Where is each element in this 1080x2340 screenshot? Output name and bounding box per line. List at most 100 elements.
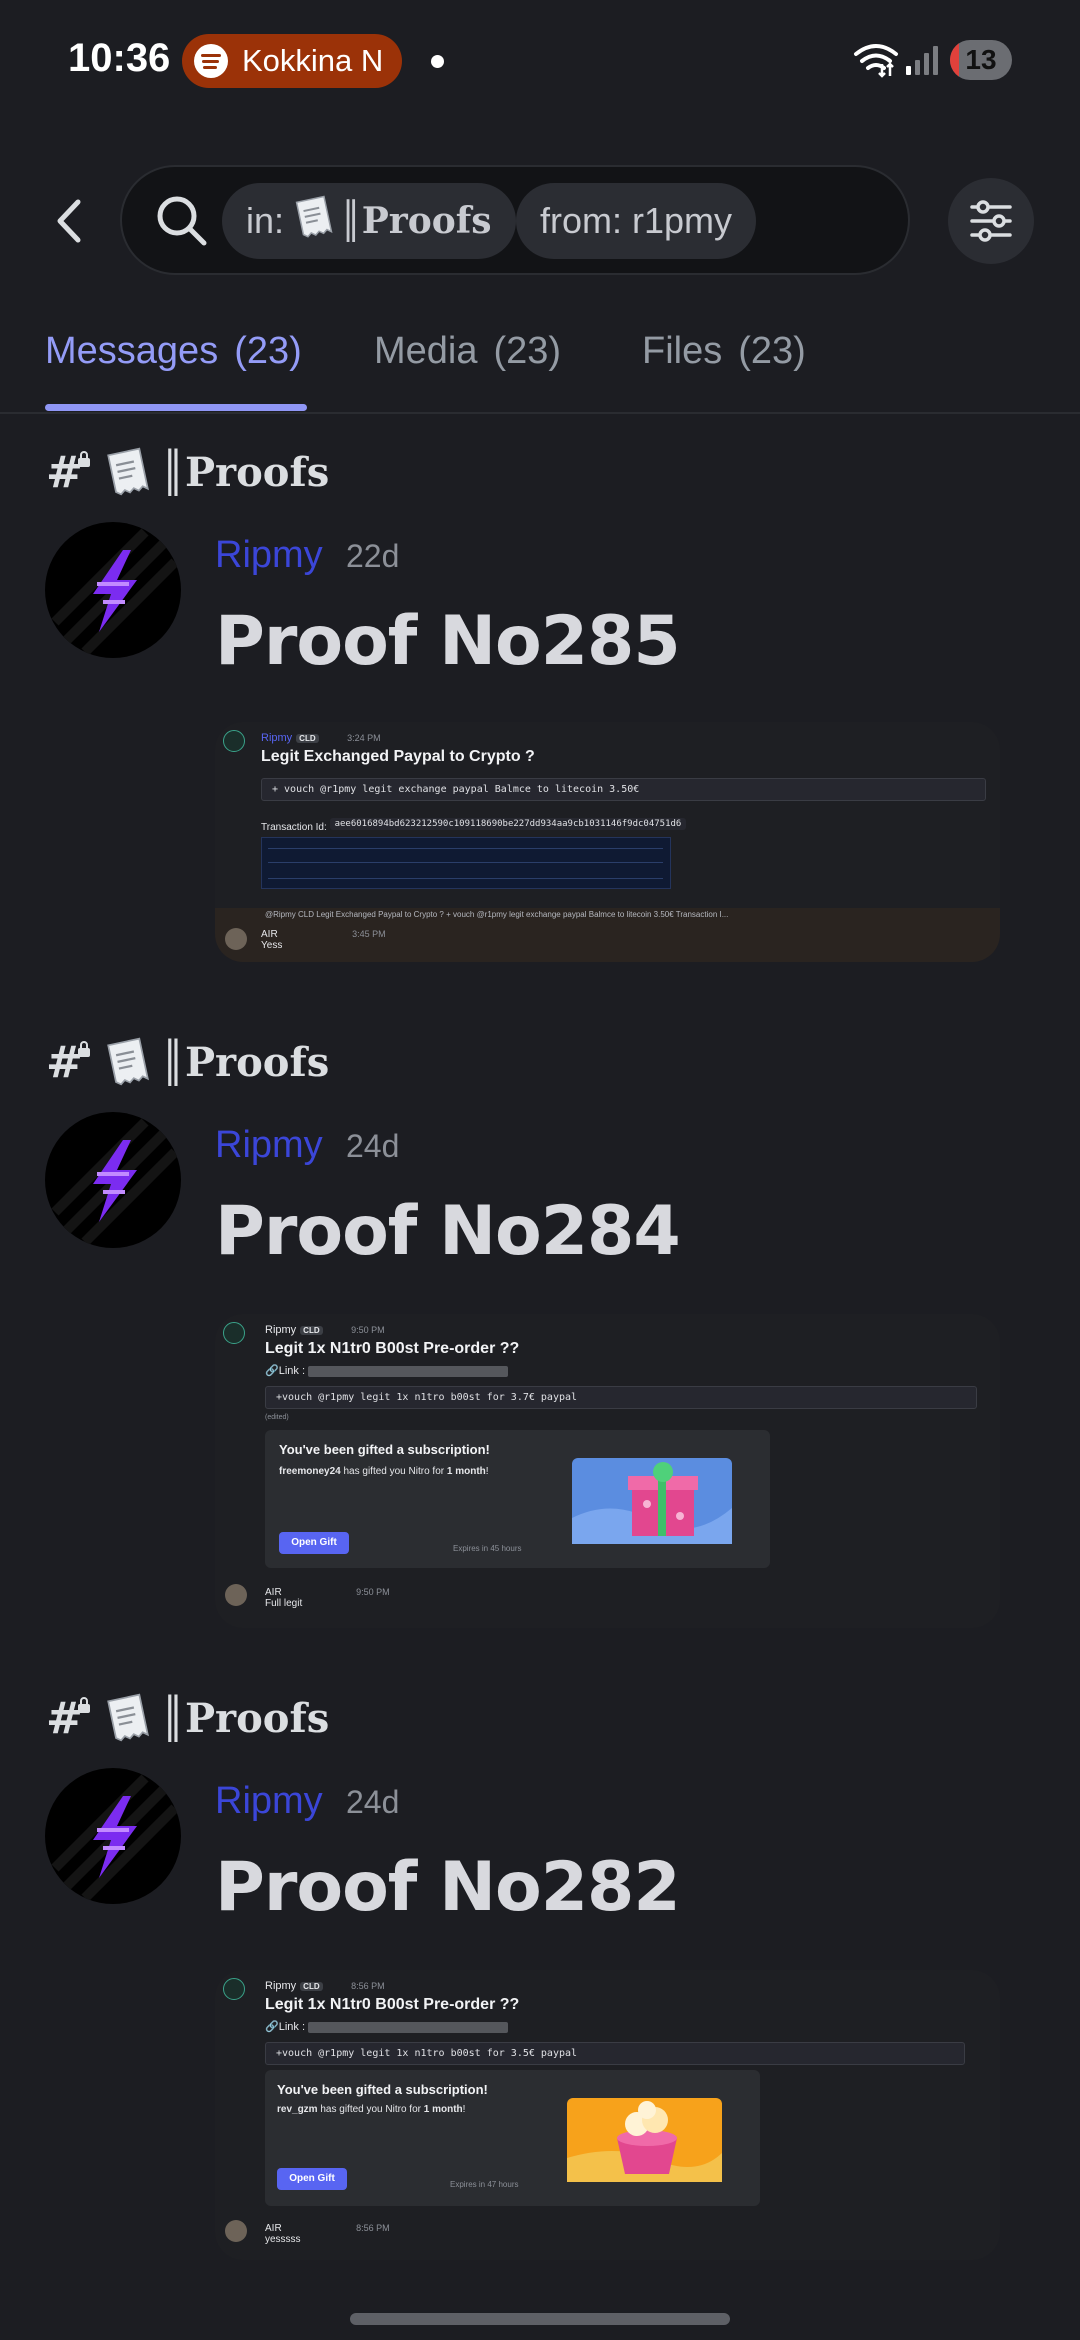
- message-age: 24d: [346, 1128, 400, 1164]
- gift-art-icon: [572, 1458, 732, 1544]
- spotify-icon: [194, 44, 228, 78]
- reply-preview: @Ripmy CLD Legit Exchanged Paypal to Cry…: [265, 910, 729, 919]
- avatar[interactable]: [45, 522, 181, 658]
- gift-text: has gifted you Nitro for: [340, 1466, 447, 1477]
- shot-time: 8:56 PM: [351, 1981, 385, 1991]
- receipt-icon: [107, 1037, 149, 1086]
- back-arrow-icon[interactable]: [50, 196, 90, 246]
- chip-in-prefix: in:: [246, 200, 285, 241]
- gift-text: has gifted you Nitro for: [317, 2104, 424, 2115]
- gift-art-icon: [567, 2098, 722, 2182]
- gift-expires: Expires in 45 hours: [453, 1544, 522, 1553]
- status-time: 10:36: [68, 36, 171, 80]
- message-age: 24d: [346, 1784, 400, 1820]
- search-bar[interactable]: in: ║ Proofs from: r1pmy: [120, 165, 910, 275]
- reply-time: 3:45 PM: [352, 929, 386, 939]
- battery-level: 13: [965, 44, 997, 75]
- shot-time: 9:50 PM: [351, 1325, 385, 1335]
- tab-media-count: (23): [493, 330, 562, 372]
- gift-sender: freemoney24: [279, 1466, 341, 1477]
- shot-heading: Legit Exchanged Paypal to Crypto ?: [261, 748, 535, 765]
- role-tag: CLD: [300, 1982, 323, 1991]
- reply-text: Yess: [261, 940, 283, 951]
- filter-chip-from-user[interactable]: from: r1pmy: [516, 183, 757, 259]
- gift-expires: Expires in 47 hours: [450, 2180, 519, 2189]
- receipt-icon: [294, 195, 334, 248]
- reply-time: 8:56 PM: [356, 2223, 390, 2233]
- avatar[interactable]: [45, 1768, 181, 1904]
- tab-messages-count: (23): [234, 330, 302, 372]
- shot-author: Ripmy: [265, 1324, 297, 1336]
- avatar: [223, 1978, 245, 2000]
- tab-files-count: (23): [738, 330, 806, 372]
- gift-end: !: [462, 2104, 466, 2115]
- tab-messages-label: Messages: [45, 330, 219, 372]
- search-icon: [157, 196, 207, 246]
- reply-author: AIR: [265, 1587, 282, 1598]
- result-channel[interactable]: # ║Proofs: [46, 442, 329, 502]
- chip-in-divider: ║: [340, 200, 362, 242]
- channel-name: ║Proofs: [160, 448, 330, 496]
- home-indicator[interactable]: [350, 2313, 730, 2325]
- shot-code: + vouch @r1pmy legit exchange paypal Bal…: [261, 778, 986, 801]
- tab-files[interactable]: Files (23): [642, 330, 806, 373]
- gift-card: You've been gifted a subscription! rev_g…: [265, 2070, 760, 2206]
- avatar: [225, 1584, 247, 1606]
- author-name[interactable]: Ripmy: [215, 534, 323, 577]
- search-result-item[interactable]: # ║Proofs Ripmy 22d Proof No285 Ripmy CLD…: [0, 442, 1080, 982]
- reply-text: Full legit: [265, 1598, 303, 1609]
- tx-id: aee6016894bd623212590c109118690be227dd93…: [329, 818, 687, 830]
- search-result-item[interactable]: # ║Proofs Ripmy 24d Proof No282 Ripmy CLD…: [0, 1688, 1080, 2268]
- search-result-tabs: Messages (23) Media (23) Files (23): [0, 320, 1080, 414]
- role-tag: CLD: [300, 1326, 323, 1335]
- link-label: Link :: [278, 2021, 305, 2033]
- shot-code: +vouch @r1pmy legit 1x n1tro b00st for 3…: [265, 1386, 977, 1409]
- avatar: [223, 1322, 245, 1344]
- link-icon: 🔗: [265, 2021, 279, 2033]
- shot-heading: Legit 1x N1tr0 B00st Pre-order ??: [265, 1340, 520, 1357]
- gift-heading: You've been gifted a subscription!: [279, 1442, 490, 1457]
- status-bar: 10:36 Kokkina N 13: [0, 0, 1080, 120]
- avatar[interactable]: [45, 1112, 181, 1248]
- message-text: Proof No284: [215, 1192, 681, 1271]
- link-icon: 🔗: [265, 1365, 279, 1377]
- attachment-image[interactable]: Ripmy CLD 9:50 PM Legit 1x N1tr0 B00st Pr…: [215, 1314, 1000, 1628]
- gift-heading: You've been gifted a subscription!: [277, 2082, 488, 2097]
- gift-sender: rev_gzm: [277, 2104, 318, 2115]
- message-age: 22d: [346, 538, 400, 574]
- reply-message: @Ripmy CLD Legit Exchanged Paypal to Cry…: [215, 908, 1000, 962]
- avatar: [223, 730, 245, 752]
- cell-signal-icon: [906, 46, 938, 75]
- chip-from-label: from: r1pmy: [540, 200, 733, 241]
- filter-settings-button[interactable]: [948, 178, 1034, 264]
- attachment-image[interactable]: Ripmy CLD 3:24 PM Legit Exchanged Paypal …: [215, 722, 1000, 962]
- shot-time: 3:24 PM: [347, 733, 381, 743]
- sliders-icon: [970, 200, 1012, 242]
- gift-end: !: [485, 1466, 489, 1477]
- open-gift-button: Open Gift: [277, 2168, 347, 2190]
- redacted-link: [308, 2021, 509, 2033]
- receipt-icon: [107, 1693, 149, 1742]
- shot-heading: Legit 1x N1tr0 B00st Pre-order ??: [265, 1996, 520, 2013]
- tab-media-label: Media: [374, 330, 478, 372]
- now-playing-pill[interactable]: Kokkina N: [182, 34, 402, 88]
- shot-code: +vouch @r1pmy legit 1x n1tro b00st for 3…: [265, 2042, 965, 2065]
- notification-dot-icon: [431, 55, 444, 68]
- locked-channel-icon: #: [46, 1693, 90, 1744]
- search-result-item[interactable]: # ║Proofs Ripmy 24d Proof No284 Ripmy CLD…: [0, 1032, 1080, 1632]
- attachment-image[interactable]: Ripmy CLD 8:56 PM Legit 1x N1tr0 B00st Pr…: [215, 1970, 1000, 2260]
- edited-marker: (edited): [265, 1414, 289, 1421]
- filter-chip-in-channel[interactable]: in: ║ Proofs: [222, 183, 516, 259]
- result-channel[interactable]: # ║Proofs: [46, 1688, 329, 1748]
- reply-author: AIR: [261, 929, 278, 940]
- tab-files-label: Files: [642, 330, 723, 372]
- battery-icon: 13: [950, 40, 1012, 80]
- author-name[interactable]: Ripmy: [215, 1780, 323, 1823]
- chip-in-channel: Proofs: [361, 200, 492, 242]
- tab-media[interactable]: Media (23): [374, 330, 561, 373]
- tab-messages[interactable]: Messages (23): [45, 330, 302, 373]
- role-tag: CLD: [296, 734, 319, 743]
- author-name[interactable]: Ripmy: [215, 1124, 323, 1167]
- locked-channel-icon: #: [46, 447, 90, 498]
- result-channel[interactable]: # ║Proofs: [46, 1032, 329, 1092]
